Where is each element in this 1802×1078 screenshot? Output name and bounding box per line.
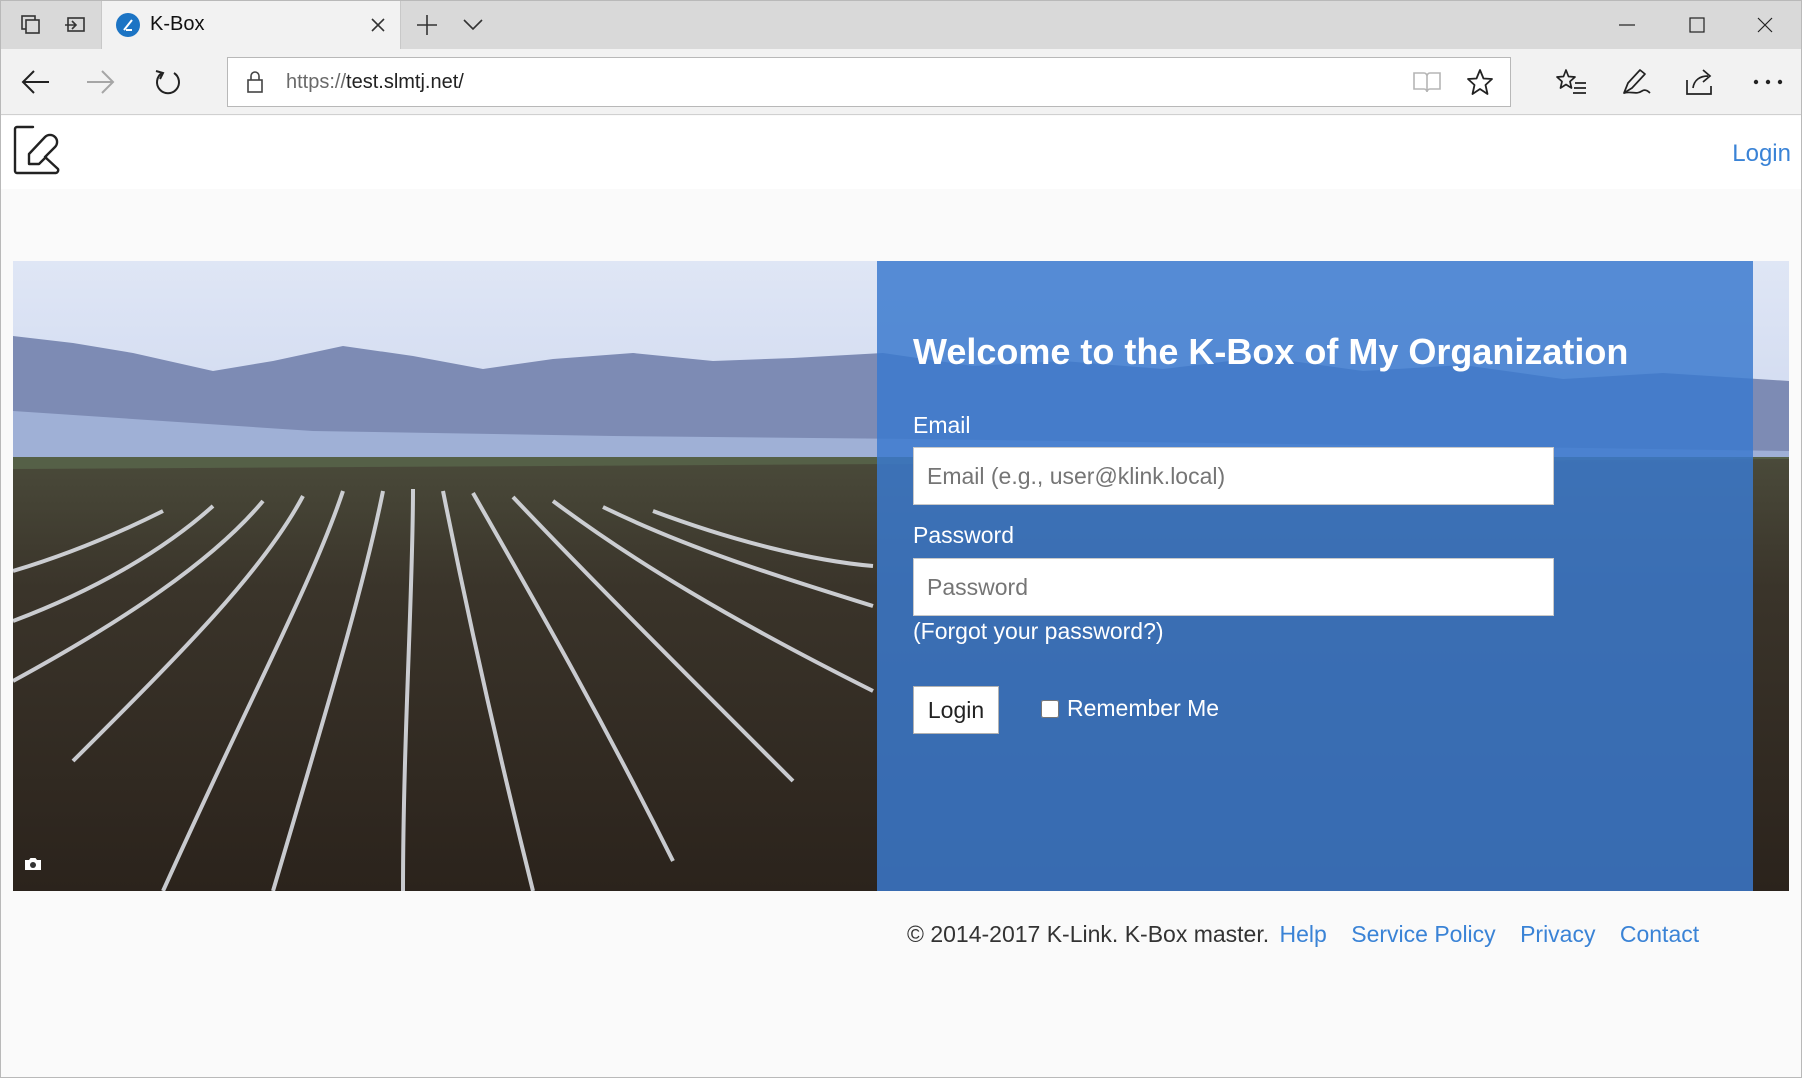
new-tab-icon[interactable]	[407, 1, 447, 49]
refresh-icon[interactable]	[143, 57, 193, 107]
footer-privacy-link[interactable]: Privacy	[1520, 921, 1595, 947]
back-arrow-icon[interactable]	[11, 57, 61, 107]
footer-service-policy-link[interactable]: Service Policy	[1351, 921, 1495, 947]
more-icon[interactable]	[1743, 57, 1793, 107]
header-login-link[interactable]: Login	[1732, 140, 1791, 168]
email-field[interactable]	[913, 447, 1554, 505]
tab-title: K-Box	[150, 13, 205, 35]
browser-window: K-Box https://test.slmtj.net/ Login Welc…	[0, 0, 1802, 1078]
password-field[interactable]	[913, 558, 1554, 616]
footer-help-link[interactable]: Help	[1280, 921, 1327, 947]
maximize-icon[interactable]	[1663, 1, 1731, 49]
tab-list-icon[interactable]	[453, 1, 493, 49]
close-tab-icon[interactable]	[366, 13, 390, 37]
page-content: Login Welcome to the K-Box of My Organiz…	[1, 116, 1801, 1077]
favorite-star-icon[interactable]	[1466, 68, 1494, 101]
welcome-heading: Welcome to the K-Box of My Organization	[913, 331, 1629, 372]
share-icon[interactable]	[1675, 57, 1725, 107]
forward-arrow-icon[interactable]	[75, 57, 125, 107]
k-box-favicon-icon	[116, 13, 140, 37]
login-panel: Welcome to the K-Box of My Organization …	[877, 261, 1753, 891]
k-box-logo-icon[interactable]	[13, 124, 65, 181]
footer-contact-link[interactable]: Contact	[1620, 921, 1699, 947]
email-label: Email	[913, 412, 971, 438]
navigation-bar: https://test.slmtj.net/	[1, 49, 1801, 115]
copyright-text: © 2014-2017 K-Link. K-Box master.	[907, 921, 1270, 947]
pen-notes-icon[interactable]	[1611, 57, 1661, 107]
favorites-hub-icon[interactable]	[1546, 57, 1596, 107]
url-text[interactable]: https://test.slmtj.net/	[286, 71, 464, 94]
tab-bar: K-Box	[1, 1, 1801, 49]
remember-me[interactable]: Remember Me	[1041, 695, 1219, 722]
tab-actions-icon[interactable]	[11, 1, 51, 49]
footer: © 2014-2017 K-Link. K-Box master. Help S…	[907, 921, 1699, 948]
reading-view-icon[interactable]	[1412, 70, 1442, 99]
forgot-password-link[interactable]: (Forgot your password?)	[913, 618, 1164, 645]
minimize-icon[interactable]	[1593, 1, 1661, 49]
camera-icon[interactable]	[24, 857, 42, 876]
set-aside-icon[interactable]	[55, 1, 95, 49]
login-button[interactable]: Login	[913, 686, 999, 734]
remember-me-label: Remember Me	[1067, 695, 1220, 721]
tab-k-box[interactable]: K-Box	[101, 1, 401, 49]
address-bar[interactable]: https://test.slmtj.net/	[227, 57, 1511, 107]
site-header: Login	[1, 116, 1801, 189]
lock-icon	[246, 70, 264, 99]
remember-me-checkbox[interactable]	[1041, 699, 1059, 718]
close-window-icon[interactable]	[1731, 1, 1799, 49]
password-label: Password	[913, 522, 1014, 548]
